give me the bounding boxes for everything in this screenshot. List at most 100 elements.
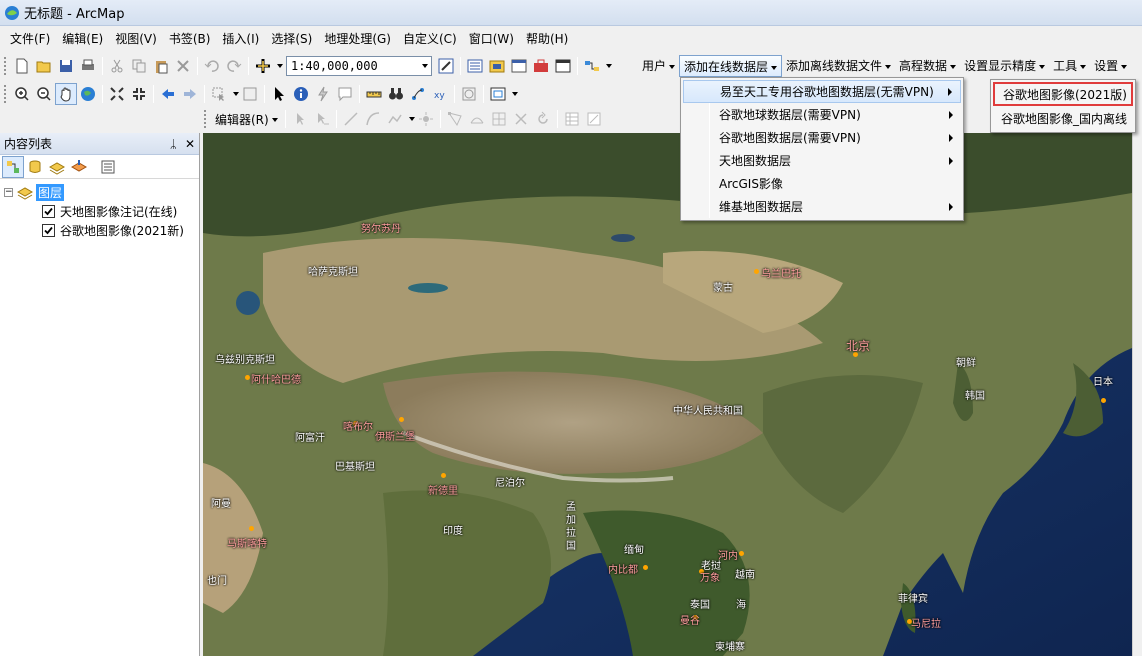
menu-customize[interactable]: 自定义(C) [397,29,463,49]
back-extent-button[interactable] [157,83,179,105]
zoom-in-button[interactable] [11,83,33,105]
layer-visibility-checkbox[interactable] [42,205,55,218]
plugin-menu-tools[interactable]: 工具 [1049,55,1090,77]
toolbar-overflow-arrow[interactable] [606,64,612,68]
dropdown-item-wiki-map[interactable]: 维基地图数据层 [683,195,961,218]
fixed-zoom-out-button[interactable] [128,83,150,105]
sketch-properties-button[interactable] [583,108,605,130]
new-document-button[interactable] [11,55,33,77]
endpoint-arc-button[interactable] [362,108,384,130]
menu-help[interactable]: 帮助(H) [520,29,574,49]
delete-button[interactable] [172,55,194,77]
list-by-selection-button[interactable] [68,156,90,178]
dropdown-item-google-earth[interactable]: 谷歌地球数据层(需要VPN) [683,103,961,126]
add-data-dropdown-arrow[interactable] [277,64,283,68]
zoom-out-button[interactable] [33,83,55,105]
layer-visibility-checkbox[interactable] [42,224,55,237]
menu-geoprocessing[interactable]: 地理处理(G) [318,29,397,49]
layer-row[interactable]: 天地图影像注记(在线) [4,202,199,221]
split-button[interactable] [510,108,532,130]
editor-toolbar-button[interactable] [435,55,457,77]
toolbar-grip[interactable] [203,109,208,129]
forward-extent-button[interactable] [179,83,201,105]
list-by-drawing-order-button[interactable] [2,155,24,178]
clear-selection-button[interactable] [239,83,261,105]
fixed-zoom-in-button[interactable] [106,83,128,105]
map-view[interactable]: 努尔苏丹 哈萨克斯坦 蒙古 乌兰巴托 乌兹别克斯坦 阿什哈巴德 阿富汗 喀布尔 … [203,133,1132,656]
straight-segment-button[interactable] [340,108,362,130]
dropdown-item-tianditu[interactable]: 天地图数据层 [683,149,961,172]
save-button[interactable] [55,55,77,77]
cut-button[interactable] [106,55,128,77]
full-extent-button[interactable] [77,83,99,105]
copy-button[interactable] [128,55,150,77]
search-window-button[interactable] [508,55,530,77]
point-button[interactable] [415,108,437,130]
layer-row[interactable]: 谷歌地图影像(2021新) [4,221,199,240]
arctoolbox-button[interactable] [530,55,552,77]
rotate-button[interactable] [532,108,554,130]
collapse-icon[interactable]: − [4,188,13,197]
toc-options-button[interactable] [97,156,119,178]
attributes-button[interactable] [561,108,583,130]
menu-bookmarks[interactable]: 书签(B) [163,29,217,49]
submenu-item-google-imagery-2021[interactable]: 谷歌地图影像(2021版) [993,82,1133,106]
redo-button[interactable] [223,55,245,77]
toolbar-grip[interactable] [3,56,8,76]
layer-group-row[interactable]: − 图层 [4,183,199,202]
edit-vertices-button[interactable] [444,108,466,130]
menu-edit[interactable]: 编辑(E) [56,29,109,49]
undo-button[interactable] [201,55,223,77]
chevron-down-icon [950,64,957,69]
reshape-button[interactable] [466,108,488,130]
table-of-contents-button[interactable] [464,55,486,77]
plugin-menu-elevation[interactable]: 高程数据 [895,55,960,77]
plugin-menu-display-precision[interactable]: 设置显示精度 [960,55,1049,77]
edit-annotation-button[interactable] [311,108,333,130]
menu-selection[interactable]: 选择(S) [265,29,318,49]
dropdown-item-arcgis-imagery[interactable]: ArcGIS影像 [683,172,961,195]
model-builder-button[interactable] [581,55,603,77]
plugin-menu-settings[interactable]: 设置 [1090,55,1131,77]
find-route-button[interactable] [407,83,429,105]
list-by-visibility-button[interactable] [46,156,68,178]
open-button[interactable] [33,55,55,77]
select-elements-button[interactable] [268,83,290,105]
map-scale-combo[interactable]: 1:40,000,000 [286,56,432,76]
menu-windows[interactable]: 窗口(W) [463,29,520,49]
pin-icon[interactable]: ᛦ [170,137,177,151]
print-button[interactable] [77,55,99,77]
menu-view[interactable]: 视图(V) [109,29,163,49]
plugin-menu-user[interactable]: 用户 [638,55,679,77]
cut-polygons-button[interactable] [488,108,510,130]
map-vertical-scrollbar[interactable] [1132,133,1142,656]
catalog-button[interactable] [486,55,508,77]
submenu-item-google-imagery-offline[interactable]: 谷歌地图影像_国内离线 [993,106,1133,130]
plugin-menu-add-offline-file[interactable]: 添加离线数据文件 [782,55,895,77]
find-button[interactable] [385,83,407,105]
close-icon[interactable]: ✕ [185,137,195,151]
time-slider-button[interactable] [458,83,480,105]
pan-button[interactable] [55,83,77,105]
menu-insert[interactable]: 插入(I) [216,29,265,49]
plugin-menu-add-online-layer[interactable]: 添加在线数据层 [679,55,783,77]
paste-button[interactable] [150,55,172,77]
toolbar-grip[interactable] [3,84,8,104]
dropdown-item-google-maps[interactable]: 谷歌地图数据层(需要VPN) [683,126,961,149]
create-viewer-button[interactable] [487,83,509,105]
go-to-xy-button[interactable]: xy [429,83,451,105]
html-popup-button[interactable] [334,83,356,105]
dropdown-item-yizhitiangong[interactable]: 易至天工专用谷歌地图数据层(无需VPN) [683,80,961,103]
trace-button[interactable] [384,108,406,130]
select-features-button[interactable] [208,83,230,105]
python-window-button[interactable] [552,55,574,77]
add-data-button[interactable] [252,55,274,77]
identify-button[interactable] [290,83,312,105]
list-by-source-button[interactable] [24,156,46,178]
menu-file[interactable]: 文件(F) [4,29,56,49]
editor-menu[interactable]: 编辑器(R) [211,111,282,128]
hyperlink-button[interactable] [312,83,334,105]
toolbar-overflow-arrow[interactable] [512,92,518,96]
measure-button[interactable] [363,83,385,105]
edit-tool-button[interactable] [289,108,311,130]
